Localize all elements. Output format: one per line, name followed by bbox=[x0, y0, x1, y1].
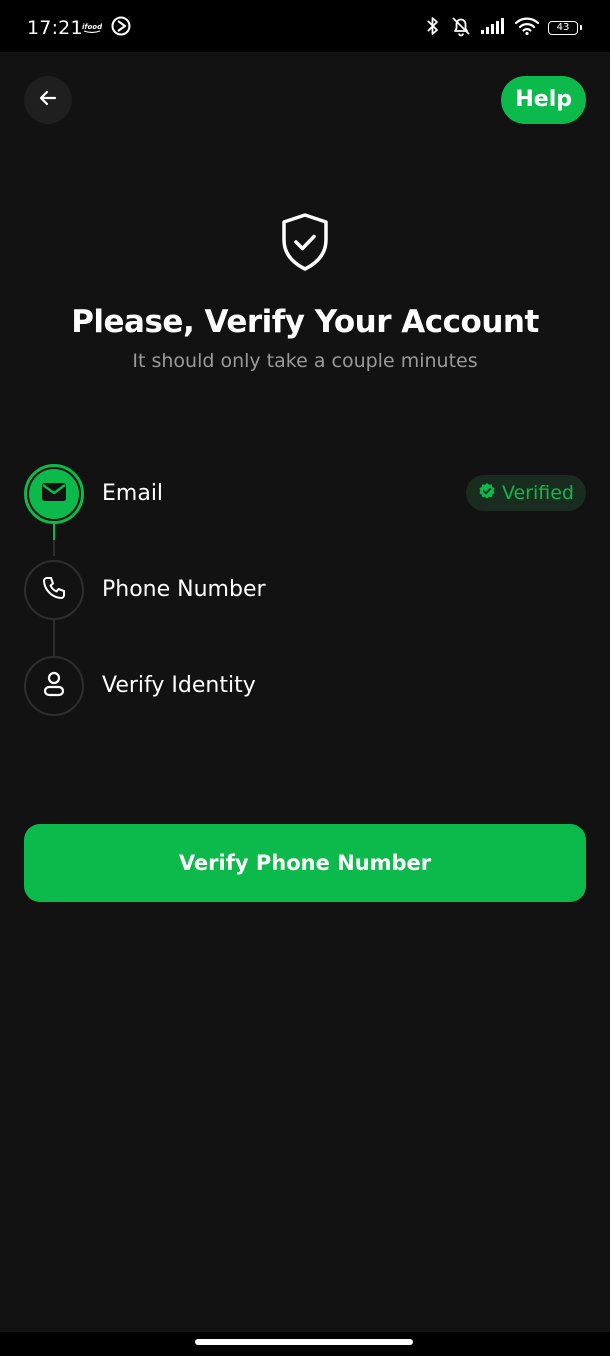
step-phone-circle bbox=[24, 560, 84, 620]
page-subtitle: It should only take a couple minutes bbox=[132, 350, 478, 372]
bluetooth-icon bbox=[424, 15, 442, 41]
status-bar: 17:21 ifood 43 bbox=[0, 0, 610, 52]
battery-icon: 43 bbox=[548, 21, 582, 35]
page-title: Please, Verify Your Account bbox=[71, 304, 539, 340]
phone-icon bbox=[41, 575, 67, 605]
verification-steps: Email Verified Phone Number Verify Ident… bbox=[0, 462, 610, 722]
status-left-icons: ifood bbox=[82, 16, 132, 40]
help-button[interactable]: Help bbox=[501, 76, 586, 124]
step-email-label: Email bbox=[102, 481, 164, 506]
back-button[interactable] bbox=[24, 76, 72, 124]
home-indicator[interactable] bbox=[195, 1339, 413, 1345]
status-time: 17:21 bbox=[27, 17, 83, 39]
navigation-bar bbox=[0, 1332, 610, 1356]
user-icon bbox=[42, 670, 66, 702]
verified-badge: Verified bbox=[465, 475, 586, 511]
step-connector-completed bbox=[53, 522, 55, 540]
step-email: Email Verified bbox=[24, 464, 586, 524]
wifi-icon bbox=[514, 16, 540, 40]
progress-icon bbox=[110, 15, 132, 41]
verify-account-screen: Help Please, Verify Your Account It shou… bbox=[0, 52, 610, 1332]
bell-off-icon bbox=[450, 15, 472, 41]
step-verify-identity: Verify Identity bbox=[24, 656, 586, 716]
verified-label: Verified bbox=[501, 482, 574, 504]
check-badge-icon bbox=[478, 482, 496, 504]
step-identity-label: Verify Identity bbox=[102, 673, 256, 698]
signal-icon bbox=[480, 17, 506, 39]
shield-check-icon bbox=[280, 212, 330, 272]
step-identity-circle bbox=[24, 656, 84, 716]
verify-phone-number-button[interactable]: Verify Phone Number bbox=[24, 824, 586, 902]
ifood-icon: ifood bbox=[82, 19, 103, 38]
arrow-left-icon bbox=[37, 87, 59, 113]
svg-text:ifood: ifood bbox=[82, 23, 102, 31]
step-connector bbox=[53, 616, 55, 656]
step-phone-number: Phone Number bbox=[24, 560, 586, 620]
step-email-circle bbox=[24, 464, 84, 524]
step-phone-label: Phone Number bbox=[102, 577, 266, 602]
status-right-icons: 43 bbox=[424, 15, 582, 41]
step-connector bbox=[53, 540, 55, 556]
battery-level: 43 bbox=[556, 22, 570, 33]
mail-icon bbox=[41, 482, 67, 506]
